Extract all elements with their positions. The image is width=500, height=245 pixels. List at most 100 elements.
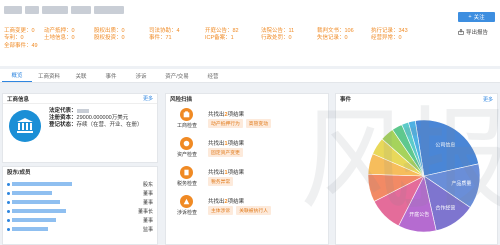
person-icon bbox=[7, 191, 10, 195]
tab-relations[interactable]: 关联 bbox=[66, 69, 96, 82]
tab-business-info[interactable]: 工商资料 bbox=[32, 69, 66, 82]
company-info-lines: 法定代表： 注册资本：29000.000000万美元 登记状态：存续（在营、开业… bbox=[49, 108, 149, 129]
stat-item[interactable]: 全部事件：49 bbox=[4, 41, 64, 49]
shareholder-name bbox=[7, 200, 60, 204]
company-info-header: 工商信息 更多 bbox=[3, 94, 157, 104]
risk-tag[interactable]: 高管变动 bbox=[245, 119, 271, 128]
pie-slice-label: 产品质量 bbox=[451, 180, 471, 187]
risk-item-assets[interactable]: 资产检查 共找出1项结果 固定资产变更 bbox=[172, 137, 322, 161]
risk-tag[interactable]: 主体涉诉 bbox=[208, 206, 234, 215]
masked-name-block bbox=[25, 6, 39, 14]
risk-tags: 税务异常 bbox=[208, 177, 234, 186]
shareholders-header: 股东/成员 bbox=[3, 167, 157, 177]
stat-item[interactable]: 股权投资：0 bbox=[94, 33, 149, 41]
shareholder-name bbox=[7, 227, 48, 231]
tab-events[interactable]: 事件 bbox=[96, 69, 126, 82]
person-icon bbox=[7, 227, 10, 231]
tab-litigation[interactable]: 涉诉 bbox=[126, 69, 156, 82]
shareholder-row[interactable]: 监事 bbox=[7, 225, 153, 233]
risk-tags: 固定资产变更 bbox=[208, 148, 243, 157]
pie-slice-label: 开庭公告 bbox=[409, 211, 429, 218]
stats-row-3: 全部事件：49 bbox=[4, 41, 449, 49]
masked-name-block bbox=[4, 6, 22, 14]
masked-name-block bbox=[71, 6, 91, 14]
bank-building-icon bbox=[9, 110, 41, 142]
asset-check-icon bbox=[180, 137, 193, 150]
shareholder-row[interactable]: 董事 bbox=[7, 216, 153, 224]
export-report-button[interactable]: 导出报告 bbox=[458, 28, 496, 36]
stat-item[interactable]: ICP备案：1 bbox=[205, 33, 261, 41]
panel-title: 股东/成员 bbox=[7, 170, 31, 176]
company-header: ██████████████████ + 关注 导出报告 工商变更：0 动产抵押… bbox=[0, 0, 500, 66]
masked-value bbox=[76, 108, 89, 113]
risk-count: 共找出2项结果 bbox=[208, 199, 245, 205]
events-more-link[interactable]: 更多 bbox=[483, 96, 493, 103]
shareholder-name bbox=[7, 191, 52, 195]
litigation-check-icon bbox=[180, 195, 193, 208]
shareholders-panel: 股东/成员 股东 董事 董事 董事长 董事 监事 bbox=[2, 166, 158, 245]
panel-title: 事件 bbox=[340, 97, 352, 103]
export-label: 导出报告 bbox=[466, 30, 489, 36]
shareholder-row[interactable]: 董事 bbox=[7, 189, 153, 197]
company-name-text: ██████████████████ bbox=[4, 6, 17, 7]
stats-summary: 工商变更：0 动产抵押：0 股权出质：0 司法协助：4 开庭公告：82 法院公告… bbox=[4, 26, 449, 49]
panel-title: 工商信息 bbox=[7, 96, 30, 103]
pie-slice-label: 合作经营 bbox=[435, 204, 455, 211]
shareholder-row[interactable]: 董事长 bbox=[7, 207, 153, 215]
risk-tag[interactable]: 关联被执行人 bbox=[236, 206, 271, 215]
company-name: ██████████████████ bbox=[4, 6, 132, 16]
risk-scan-panel: 风险扫描 工商检查 共找出2项结果 动产抵押行为 高管变动 资产检查 共找出1项… bbox=[165, 93, 329, 245]
panel-title: 风险扫描 bbox=[170, 97, 193, 103]
shareholder-name bbox=[7, 182, 72, 186]
plus-icon: + bbox=[468, 14, 472, 20]
shareholder-role: 监事 bbox=[142, 226, 153, 233]
shareholder-role: 董事 bbox=[142, 199, 153, 206]
shareholder-role: 董事 bbox=[142, 217, 153, 224]
stats-row-2: 专利：0 土地信息：0 股权投资：0 事件：71 ICP备案：1 行政处罚：0 … bbox=[4, 33, 449, 41]
risk-label: 涉诉检查 bbox=[176, 210, 197, 216]
risk-item-litigation[interactable]: 涉诉检查 共找出2项结果 主体涉诉 关联被执行人 bbox=[172, 195, 322, 219]
stat-item[interactable]: 经营异常：0 bbox=[371, 33, 421, 41]
risk-tag[interactable]: 税务异常 bbox=[208, 177, 234, 186]
risk-count: 共找出2项结果 bbox=[208, 112, 245, 118]
risk-tag[interactable]: 动产抵押行为 bbox=[208, 119, 243, 128]
pie-slice-label: 公司信息 bbox=[435, 142, 455, 149]
tab-overview[interactable]: 概览 bbox=[2, 69, 32, 82]
risk-label: 资产检查 bbox=[176, 152, 197, 158]
events-pie-chart: 公司信息产品质量合作经营开庭公告 bbox=[367, 119, 481, 233]
stat-item[interactable]: 行政处罚：0 bbox=[261, 33, 317, 41]
risk-item-tax[interactable]: 税务检查 共找出1项结果 税务异常 bbox=[172, 166, 322, 190]
capital-line: 注册资本：29000.000000万美元 bbox=[49, 115, 129, 121]
shareholder-name bbox=[7, 218, 56, 222]
person-icon bbox=[7, 209, 10, 213]
risk-count: 共找出1项结果 bbox=[208, 170, 245, 176]
follow-button[interactable]: + 关注 bbox=[458, 12, 495, 22]
shareholder-row[interactable]: 股东 bbox=[7, 180, 153, 188]
risk-count: 共找出1项结果 bbox=[208, 141, 245, 147]
risk-tag[interactable]: 固定资产变更 bbox=[208, 148, 243, 157]
person-icon bbox=[7, 182, 10, 186]
tab-assets-trade[interactable]: 资产/交易 bbox=[156, 69, 198, 82]
events-header: 事件 更多 bbox=[336, 94, 497, 104]
shareholder-role: 股东 bbox=[142, 181, 153, 188]
shareholder-role: 董事长 bbox=[137, 208, 153, 215]
follow-label: 关注 bbox=[473, 15, 485, 21]
risk-tags: 主体涉诉 关联被执行人 bbox=[208, 206, 271, 215]
tab-bar: 概览 工商资料 关联 事件 涉诉 资产/交易 经营 bbox=[0, 69, 500, 83]
shareholder-row[interactable]: 董事 bbox=[7, 198, 153, 206]
person-icon bbox=[7, 218, 10, 222]
tab-operations[interactable]: 经营 bbox=[198, 69, 228, 82]
export-icon bbox=[458, 29, 464, 35]
business-check-icon bbox=[180, 108, 193, 121]
stat-item[interactable]: 事件：71 bbox=[149, 33, 205, 41]
company-info-more-link[interactable]: 更多 bbox=[143, 95, 153, 102]
risk-label: 工商检查 bbox=[176, 123, 197, 129]
stat-item[interactable]: 失信记录：0 bbox=[317, 33, 371, 41]
risk-item-business[interactable]: 工商检查 共找出2项结果 动产抵押行为 高管变动 bbox=[172, 108, 322, 132]
legal-rep-line: 法定代表： bbox=[49, 108, 149, 115]
shareholder-role: 董事 bbox=[142, 190, 153, 197]
risk-label: 税务检查 bbox=[176, 181, 197, 187]
status-line: 登记状态：存续（在营、开业、在册） bbox=[49, 122, 143, 128]
company-info-panel: 工商信息 更多 法定代表： 注册资本：29000.000000万美元 登记状态：… bbox=[2, 93, 158, 163]
tax-check-icon bbox=[180, 166, 193, 179]
